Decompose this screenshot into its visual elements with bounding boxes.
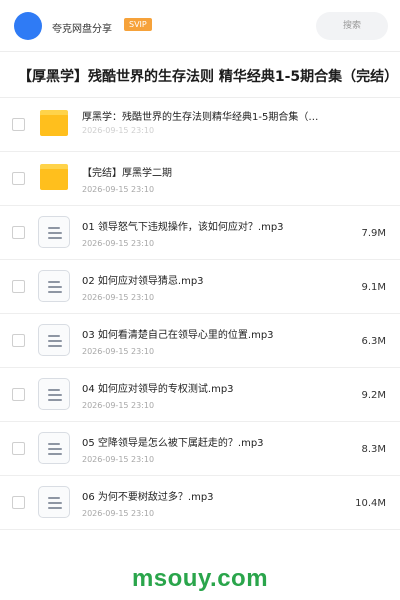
avatar[interactable] xyxy=(14,12,42,40)
row-checkbox[interactable] xyxy=(12,172,25,185)
file-date: 2026-09-15 23:10 xyxy=(82,455,155,464)
row-checkbox[interactable] xyxy=(12,226,25,239)
row-checkbox[interactable] xyxy=(12,334,25,347)
file-name[interactable]: 06 为何不要树敌过多？.mp3 xyxy=(82,491,344,504)
list-item-file[interactable]: 06 为何不要树敌过多？.mp3 2026-09-15 23:10 10.4M xyxy=(0,476,400,530)
row-checkbox[interactable] xyxy=(12,388,25,401)
file-name[interactable]: 01 领导怒气下违规操作，该如何应对？.mp3 xyxy=(82,221,344,234)
folder-icon xyxy=(40,110,68,136)
file-size: 8.3M xyxy=(361,444,386,455)
file-size: 9.1M xyxy=(361,282,386,293)
page-title: 【厚黑学】残酷世界的生存法则 精华经典1-5期合集（完结） xyxy=(18,69,399,85)
file-name[interactable]: 04 如何应对领导的专权测试.mp3 xyxy=(82,383,344,396)
list-item-file[interactable]: 02 如何应对领导猜忌.mp3 2026-09-15 23:10 9.1M xyxy=(0,260,400,314)
watermark-text: msouy.com xyxy=(131,565,269,592)
list-item-folder[interactable]: 【完结】厚黑学二期 2026-09-15 23:10 xyxy=(0,152,400,206)
list-item-file[interactable]: 05 空降领导是怎么被下属赶走的？.mp3 2026-09-15 23:10 8… xyxy=(0,422,400,476)
file-size: 10.4M xyxy=(355,498,386,509)
file-name[interactable]: 05 空降领导是怎么被下属赶走的？.mp3 xyxy=(82,437,344,450)
document-icon xyxy=(38,270,70,302)
file-date: 2026-09-15 23:10 xyxy=(82,509,155,518)
file-name[interactable]: 02 如何应对领导猜忌.mp3 xyxy=(82,275,344,288)
app-header: 夸克网盘分享 SVIP 搜索 xyxy=(0,0,400,52)
list-item-file[interactable]: 04 如何应对领导的专权测试.mp3 2026-09-15 23:10 9.2M xyxy=(0,368,400,422)
svip-badge: SVIP xyxy=(124,18,152,31)
document-icon xyxy=(38,378,70,410)
document-icon xyxy=(38,324,70,356)
list-item-folder[interactable]: 2026-09-15 23:10 厚黑学：残酷世界的生存法则精华经典1-5期合集… xyxy=(0,98,400,152)
file-date: 2026-09-15 23:10 xyxy=(82,401,155,410)
file-date: 2026-09-15 23:10 xyxy=(82,347,155,356)
share-title-bar: 【厚黑学】残酷世界的生存法则 精华经典1-5期合集（完结） xyxy=(0,52,400,98)
file-name[interactable]: 【完结】厚黑学二期 xyxy=(82,167,344,180)
row-checkbox[interactable] xyxy=(12,118,25,131)
document-icon xyxy=(38,486,70,518)
file-size: 9.2M xyxy=(361,390,386,401)
document-icon xyxy=(38,216,70,248)
row-checkbox[interactable] xyxy=(12,280,25,293)
file-size: 7.9M xyxy=(361,228,386,239)
search-input[interactable]: 搜索 xyxy=(316,12,388,40)
folder-icon xyxy=(40,164,68,190)
row-checkbox[interactable] xyxy=(12,496,25,509)
file-size: 6.3M xyxy=(361,336,386,347)
list-item-file[interactable]: 03 如何看清楚自己在领导心里的位置.mp3 2026-09-15 23:10 … xyxy=(0,314,400,368)
document-icon xyxy=(38,432,70,464)
row-checkbox[interactable] xyxy=(12,442,25,455)
file-name[interactable]: 厚黑学：残酷世界的生存法则精华经典1-5期合集（… xyxy=(82,111,344,139)
list-item-file[interactable]: 01 领导怒气下违规操作，该如何应对？.mp3 2026-09-15 23:10… xyxy=(0,206,400,260)
file-date: 2026-09-15 23:10 xyxy=(82,185,155,194)
file-name[interactable]: 03 如何看清楚自己在领导心里的位置.mp3 xyxy=(82,329,344,342)
owner-name[interactable]: 夸克网盘分享 xyxy=(52,20,112,35)
file-date: 2026-09-15 23:10 xyxy=(82,239,155,248)
file-date: 2026-09-15 23:10 xyxy=(82,293,155,302)
file-list: 2026-09-15 23:10 厚黑学：残酷世界的生存法则精华经典1-5期合集… xyxy=(0,98,400,530)
